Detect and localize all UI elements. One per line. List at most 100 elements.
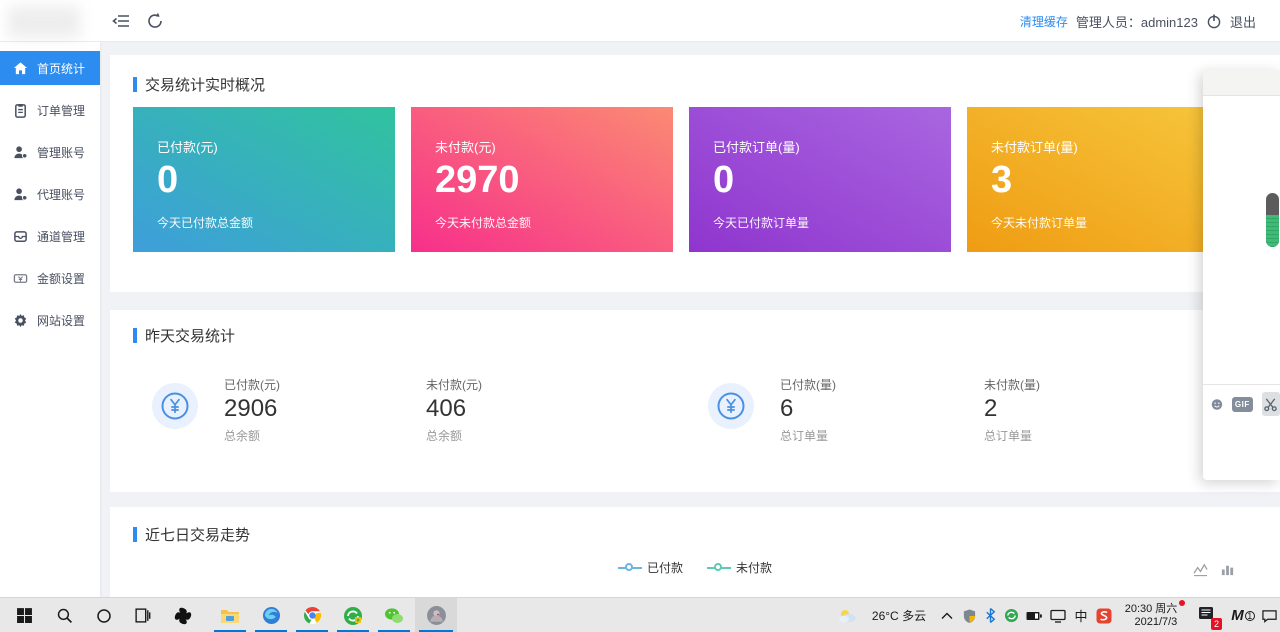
green-sync-app-icon[interactable] xyxy=(333,598,373,632)
wechat-window[interactable]: GIF xyxy=(1203,70,1280,480)
yesterday-stats-panel: 昨天交易统计 已付款(元) 2906 总余额 未付款(元) 406 总余额 已付… xyxy=(110,310,1280,492)
power-icon[interactable] xyxy=(1206,13,1222,29)
card-value: 2970 xyxy=(435,159,520,201)
stat-value: 2906 xyxy=(224,395,278,422)
stat-desc: 总订单量 xyxy=(780,429,829,443)
voice-level-indicator xyxy=(1266,193,1279,247)
sidebar-item-channels[interactable]: 通道管理 xyxy=(0,219,100,253)
agent-user-icon xyxy=(14,187,28,201)
start-icon[interactable] xyxy=(6,598,42,632)
clipboard-icon xyxy=(15,103,26,118)
stat-card-paid-amount[interactable]: 已付款(元) 0 今天已付款总金额 xyxy=(133,107,395,252)
notification-dot xyxy=(1179,599,1186,606)
money-icon xyxy=(13,273,28,283)
screenshot-scissors-icon[interactable] xyxy=(1261,392,1280,416)
card-desc: 今天已付款总金额 xyxy=(157,216,254,230)
refresh-icon[interactable] xyxy=(145,11,165,31)
sidebar-item-label: 代理账号 xyxy=(37,187,86,202)
sidebar-item-site-settings[interactable]: 网站设置 xyxy=(0,303,100,337)
legend-label: 未付款 xyxy=(736,561,773,575)
logout-button[interactable]: 退出 xyxy=(1230,12,1256,31)
card-label: 已付款(元) xyxy=(157,140,218,155)
card-value: 0 xyxy=(157,159,179,201)
desktop-screen: 清理缓存 管理人员：admin123 退出 首页统计 订单管理 管理账号 代理账… xyxy=(0,0,1280,632)
sidebar-item-label: 首页统计 xyxy=(37,61,86,76)
chrome-icon[interactable] xyxy=(292,598,332,632)
green-circle-icon[interactable] xyxy=(1000,598,1022,632)
section-title-trend: 近七日交易走势 xyxy=(133,524,250,545)
card-label: 未付款(元) xyxy=(435,140,496,155)
sidebar-item-orders[interactable]: 订单管理 xyxy=(0,93,100,127)
line-chart-icon[interactable] xyxy=(1193,562,1208,577)
home-icon xyxy=(13,61,28,74)
gif-icon[interactable]: GIF xyxy=(1231,396,1253,412)
card-label: 未付款订单(量) xyxy=(991,140,1078,155)
stat-card-paid-orders[interactable]: 已付款订单(量) 0 今天已付款订单量 xyxy=(689,107,951,252)
section-title-realtime: 交易统计实时概况 xyxy=(133,74,265,95)
mail-badge: 2 xyxy=(1210,618,1222,630)
title-accent-bar xyxy=(133,527,137,542)
clear-cache-link[interactable]: 清理缓存 xyxy=(1020,13,1068,30)
mail-tray-icon[interactable]: 2 xyxy=(1192,598,1222,632)
clock-date: 2021/7/3 xyxy=(1134,615,1178,628)
display-icon[interactable] xyxy=(1046,598,1070,632)
weather-icon[interactable] xyxy=(834,598,862,632)
stat-value: 406 xyxy=(426,395,467,422)
taskbar-clock[interactable]: 20:30 周六 2021/7/3 xyxy=(1118,598,1186,632)
avatar-app-icon[interactable] xyxy=(415,598,457,632)
stat-label: 已付款(量) xyxy=(780,378,836,392)
legend-item-paid[interactable]: 已付款 xyxy=(617,559,683,576)
sidebar-item-home-stats[interactable]: 首页统计 xyxy=(0,51,100,85)
yesterday-stat-unpaid-count: 未付款(量) 2 总订单量 xyxy=(984,376,1040,444)
m1-tray-icon[interactable]: M1 xyxy=(1228,598,1258,632)
section-title-yesterday: 昨天交易统计 xyxy=(133,325,235,346)
search-icon[interactable] xyxy=(46,598,82,632)
stat-label: 未付款(元) xyxy=(426,378,482,392)
collapse-menu-icon[interactable] xyxy=(112,11,132,31)
stat-card-unpaid-amount[interactable]: 未付款(元) 2970 今天未付款总金额 xyxy=(411,107,673,252)
legend-item-unpaid[interactable]: 未付款 xyxy=(707,559,772,576)
sidebar-item-label: 订单管理 xyxy=(37,103,86,118)
bar-chart-icon[interactable] xyxy=(1220,562,1235,577)
wechat-icon[interactable] xyxy=(374,598,414,632)
channel-box-icon xyxy=(14,230,27,242)
sidebar-item-label: 网站设置 xyxy=(37,313,86,328)
legend-line-marker xyxy=(617,562,642,571)
card-value: 3 xyxy=(991,159,1013,201)
sidebar-item-agent-accounts[interactable]: 代理账号 xyxy=(0,177,100,211)
yesterday-stat-paid-amount: 已付款(元) 2906 总余额 xyxy=(224,376,280,444)
admin-label: 管理人员：admin123 xyxy=(1075,14,1198,30)
section-title-text: 昨天交易统计 xyxy=(145,328,236,345)
battery-icon[interactable] xyxy=(1022,598,1046,632)
wechat-titlebar[interactable] xyxy=(1203,70,1280,96)
app-topbar: 清理缓存 管理人员：admin123 退出 xyxy=(0,0,1280,42)
cortana-icon[interactable] xyxy=(86,598,122,632)
emoji-icon[interactable] xyxy=(1211,396,1223,413)
sidebar-item-amount-settings[interactable]: 金额设置 xyxy=(0,261,100,295)
site-logo xyxy=(8,6,80,38)
gear-icon xyxy=(14,313,27,327)
realtime-stats-panel: 交易统计实时概况 已付款(元) 0 今天已付款总金额 未付款(元) 2970 今… xyxy=(110,55,1280,292)
notification-center-icon[interactable] xyxy=(1258,598,1280,632)
stat-card-unpaid-orders[interactable]: 未付款订单(量) 3 今天未付款订单量 xyxy=(967,107,1229,252)
windows-taskbar: 26°C 多云 中 20:30 周六 2021/7/3 2 M 1 xyxy=(0,597,1280,632)
edge-icon[interactable] xyxy=(251,598,291,632)
defender-shield-icon[interactable] xyxy=(958,598,980,632)
chevron-up-icon[interactable] xyxy=(936,598,958,632)
trend-chart-panel: 近七日交易走势 已付款 未付款 xyxy=(110,507,1280,597)
admin-user-icon xyxy=(14,145,28,159)
sogou-icon[interactable] xyxy=(1092,598,1116,632)
ime-indicator[interactable]: 中 xyxy=(1070,598,1092,632)
sidebar-item-label: 金额设置 xyxy=(37,271,86,286)
sidebar-item-admin-accounts[interactable]: 管理账号 xyxy=(0,135,100,169)
pinwheel-app-icon[interactable] xyxy=(164,598,202,632)
weather-text[interactable]: 26°C 多云 xyxy=(862,598,936,632)
card-desc: 今天未付款订单量 xyxy=(991,216,1088,230)
bluetooth-icon[interactable] xyxy=(980,598,1000,632)
card-desc: 今天未付款总金额 xyxy=(435,216,532,230)
stat-value: 6 xyxy=(780,395,794,422)
title-accent-bar xyxy=(133,77,137,92)
task-view-icon[interactable] xyxy=(124,598,160,632)
chart-toolbox xyxy=(1193,562,1235,577)
file-explorer-icon[interactable] xyxy=(210,598,250,632)
